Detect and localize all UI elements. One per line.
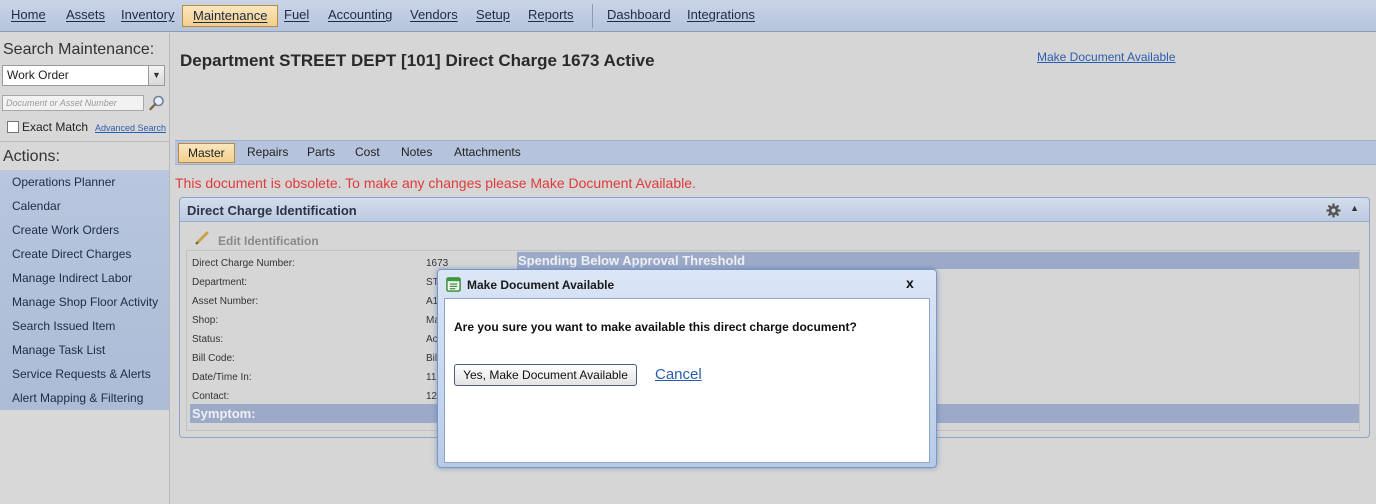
advanced-search-link[interactable]: Advanced Search	[95, 123, 166, 133]
tab-master[interactable]: Master	[178, 143, 235, 163]
tab-bar: Master Repairs Parts Cost Notes Attachme…	[175, 140, 1376, 165]
exact-match-label: Exact Match	[22, 120, 89, 134]
menu-separator	[592, 4, 593, 28]
edit-identification-label: Edit Identification	[218, 234, 319, 248]
dialog-body: Are you sure you want to make available …	[444, 298, 930, 463]
field-label: Department:	[192, 277, 248, 288]
obsolete-message: This document is obsolete. To make any c…	[175, 175, 696, 191]
section-title: Direct Charge Identification	[187, 203, 357, 218]
document-icon	[446, 277, 461, 292]
tab-parts[interactable]: Parts	[301, 143, 341, 163]
menu-inventory[interactable]: Inventory	[117, 5, 178, 27]
collapse-up-icon[interactable]: ▲	[1350, 203, 1359, 213]
left-panel: Search Maintenance: Work Order ▼ Exact M…	[0, 33, 170, 504]
approval-threshold-band: Spending Below Approval Threshold	[517, 252, 1359, 269]
tab-repairs[interactable]: Repairs	[241, 143, 294, 163]
menu-vendors[interactable]: Vendors	[406, 5, 462, 27]
cancel-link[interactable]: Cancel	[655, 366, 702, 383]
field-label: Shop:	[192, 315, 219, 326]
search-type-value: Work Order	[7, 68, 69, 82]
action-search-issued-item[interactable]: Search Issued Item	[0, 314, 169, 338]
tab-attachments[interactable]: Attachments	[448, 143, 527, 163]
field-label: Contact:	[192, 391, 230, 402]
menu-integrations[interactable]: Integrations	[683, 5, 759, 27]
actions-list: Operations Planner Calendar Create Work …	[0, 170, 169, 410]
action-calendar[interactable]: Calendar	[0, 194, 169, 218]
action-service-requests-alerts[interactable]: Service Requests & Alerts	[0, 362, 169, 386]
field-label: Bill Code:	[192, 353, 235, 364]
field-label: Direct Charge Number:	[192, 258, 295, 269]
page-title: Department STREET DEPT [101] Direct Char…	[180, 51, 655, 70]
field-label: Status:	[192, 334, 224, 345]
field-value: 11	[426, 372, 437, 383]
action-operations-planner[interactable]: Operations Planner	[0, 170, 169, 194]
top-menu-bar: Home Assets Inventory Maintenance Fuel A…	[0, 0, 1376, 32]
menu-dashboard[interactable]: Dashboard	[603, 5, 675, 27]
exact-match-checkbox[interactable]	[7, 121, 19, 133]
search-type-select[interactable]: Work Order ▼	[2, 65, 165, 86]
pencil-icon	[195, 231, 209, 245]
dialog-question: Are you sure you want to make available …	[454, 320, 857, 334]
menu-assets[interactable]: Assets	[62, 5, 109, 27]
make-available-dialog: Make Document Available x Are you sure y…	[437, 269, 937, 468]
menu-setup[interactable]: Setup	[472, 5, 514, 27]
field-label: Asset Number:	[192, 296, 259, 307]
actions-title: Actions:	[0, 141, 170, 169]
field-value: Bil	[426, 353, 438, 364]
action-manage-indirect-labor[interactable]: Manage Indirect Labor	[0, 266, 169, 290]
section-header: Direct Charge Identification ▲	[180, 198, 1369, 222]
dialog-title: Make Document Available	[467, 278, 615, 292]
action-manage-shop-floor-activity[interactable]: Manage Shop Floor Activity	[0, 290, 169, 314]
menu-accounting[interactable]: Accounting	[324, 5, 396, 27]
tab-cost[interactable]: Cost	[349, 143, 386, 163]
make-document-available-link[interactable]: Make Document Available	[1037, 50, 1176, 64]
menu-reports[interactable]: Reports	[524, 5, 578, 27]
document-number-input[interactable]	[2, 95, 144, 111]
gear-icon[interactable]	[1326, 203, 1341, 218]
close-icon[interactable]: x	[906, 275, 914, 291]
chevron-down-icon[interactable]: ▼	[148, 66, 164, 85]
action-manage-task-list[interactable]: Manage Task List	[0, 338, 169, 362]
menu-home[interactable]: Home	[7, 5, 50, 27]
search-icon[interactable]	[148, 94, 166, 112]
field-value: 1673	[426, 258, 449, 269]
action-create-work-orders[interactable]: Create Work Orders	[0, 218, 169, 242]
field-value: 12	[426, 391, 438, 402]
action-alert-mapping-filtering[interactable]: Alert Mapping & Filtering	[0, 386, 169, 410]
tab-notes[interactable]: Notes	[395, 143, 438, 163]
search-title: Search Maintenance:	[3, 41, 155, 58]
action-create-direct-charges[interactable]: Create Direct Charges	[0, 242, 169, 266]
confirm-make-available-button[interactable]: Yes, Make Document Available	[454, 364, 637, 386]
menu-maintenance[interactable]: Maintenance	[182, 5, 279, 27]
menu-fuel[interactable]: Fuel	[280, 5, 313, 27]
field-label: Date/Time In:	[192, 372, 252, 383]
field-value: Ac	[426, 334, 438, 345]
